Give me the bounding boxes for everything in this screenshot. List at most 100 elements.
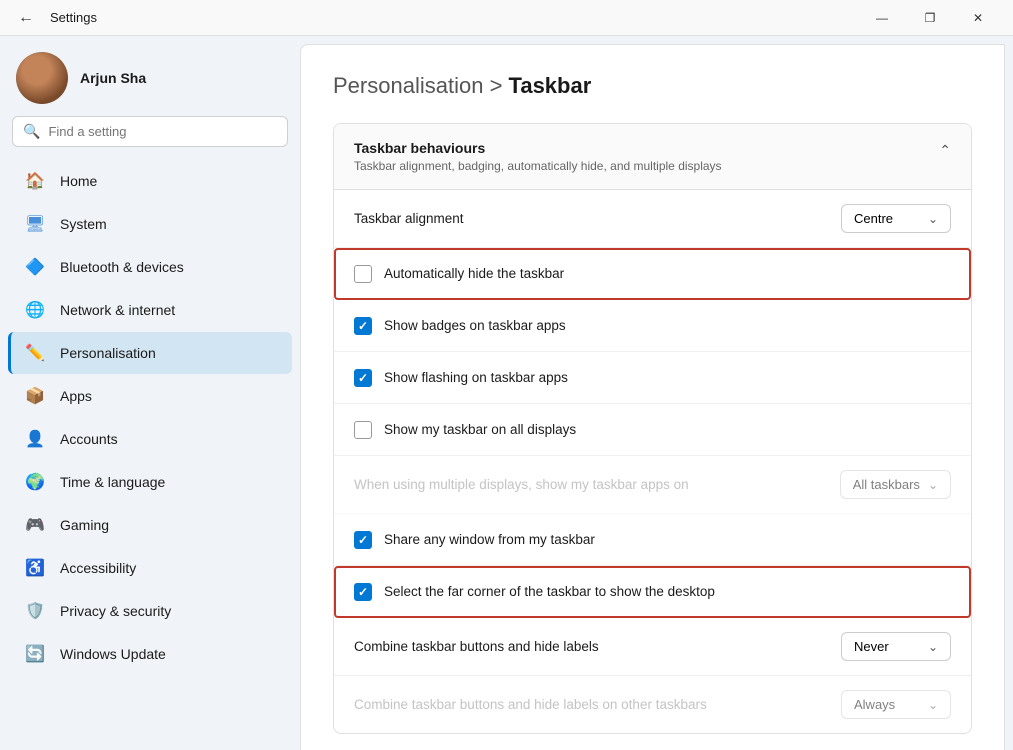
far-corner-checkbox[interactable] xyxy=(354,583,372,601)
sidebar-item-apps[interactable]: 📦 Apps xyxy=(8,375,292,417)
share-window-checkbox[interactable] xyxy=(354,531,372,549)
setting-label-combine-other: Combine taskbar buttons and hide labels … xyxy=(354,697,841,712)
setting-multiple-displays: When using multiple displays, show my ta… xyxy=(334,456,971,514)
sidebar-item-gaming[interactable]: 🎮 Gaming xyxy=(8,504,292,546)
setting-label-show-flashing: Show flashing on taskbar apps xyxy=(384,370,951,385)
combine-buttons-value: Never xyxy=(854,639,889,654)
close-button[interactable]: ✕ xyxy=(955,4,1001,32)
setting-label-taskbar-alignment: Taskbar alignment xyxy=(354,211,841,226)
setting-combine-buttons: Combine taskbar buttons and hide labels … xyxy=(334,618,971,676)
sidebar-item-privacy[interactable]: 🛡️ Privacy & security xyxy=(8,590,292,632)
bluetooth-icon: 🔷 xyxy=(24,256,46,278)
setting-label-far-corner: Select the far corner of the taskbar to … xyxy=(384,584,951,599)
user-profile: Arjun Sha xyxy=(0,36,300,116)
taskbar-behaviours-section: Taskbar behaviours Taskbar alignment, ba… xyxy=(333,123,972,734)
setting-far-corner: Select the far corner of the taskbar to … xyxy=(334,566,971,618)
sidebar-item-accessibility-label: Accessibility xyxy=(60,560,136,576)
sidebar-item-privacy-label: Privacy & security xyxy=(60,603,171,619)
sidebar-item-bluetooth-label: Bluetooth & devices xyxy=(60,259,184,275)
sidebar-item-accounts-label: Accounts xyxy=(60,431,118,447)
title-bar: ← Settings — ❐ ✕ xyxy=(0,0,1013,36)
setting-control-taskbar-alignment: Centre ⌄ xyxy=(841,204,951,233)
search-icon: 🔍 xyxy=(23,123,40,140)
setting-taskbar-alignment: Taskbar alignment Centre ⌄ xyxy=(334,190,971,248)
search-input[interactable] xyxy=(48,124,277,139)
setting-share-window: Share any window from my taskbar xyxy=(334,514,971,566)
all-displays-checkbox[interactable] xyxy=(354,421,372,439)
setting-combine-other: Combine taskbar buttons and hide labels … xyxy=(334,676,971,733)
window-controls: — ❐ ✕ xyxy=(859,4,1001,32)
setting-control-multiple-displays: All taskbars ⌄ xyxy=(840,470,951,499)
breadcrumb-parent: Personalisation xyxy=(333,73,483,98)
maximize-button[interactable]: ❐ xyxy=(907,4,953,32)
section-subtitle: Taskbar alignment, badging, automaticall… xyxy=(354,159,722,173)
search-box[interactable]: 🔍 xyxy=(12,116,288,147)
sidebar-item-network[interactable]: 🌐 Network & internet xyxy=(8,289,292,331)
taskbar-alignment-dropdown[interactable]: Centre ⌄ xyxy=(841,204,951,233)
sidebar-item-apps-label: Apps xyxy=(60,388,92,404)
setting-control-combine-buttons: Never ⌄ xyxy=(841,632,951,661)
sidebar-item-accessibility[interactable]: ♿ Accessibility xyxy=(8,547,292,589)
sidebar-item-network-label: Network & internet xyxy=(60,302,175,318)
sidebar-item-update-label: Windows Update xyxy=(60,646,166,662)
section-chevron-icon: ⌃ xyxy=(939,142,951,159)
accounts-icon: 👤 xyxy=(24,428,46,450)
accessibility-icon: ♿ xyxy=(24,557,46,579)
breadcrumb-current: Taskbar xyxy=(509,73,592,98)
dropdown-arrow-icon-3: ⌄ xyxy=(928,640,938,654)
setting-label-share-window: Share any window from my taskbar xyxy=(384,532,951,547)
sidebar-item-accounts[interactable]: 👤 Accounts xyxy=(8,418,292,460)
breadcrumb-separator: > xyxy=(490,73,509,98)
privacy-icon: 🛡️ xyxy=(24,600,46,622)
combine-buttons-dropdown[interactable]: Never ⌄ xyxy=(841,632,951,661)
main-content: Personalisation > Taskbar Taskbar behavi… xyxy=(300,44,1005,750)
section-header-text: Taskbar behaviours Taskbar alignment, ba… xyxy=(354,140,722,173)
gaming-icon: 🎮 xyxy=(24,514,46,536)
apps-icon: 📦 xyxy=(24,385,46,407)
sidebar-item-time[interactable]: 🌍 Time & language xyxy=(8,461,292,503)
section-header[interactable]: Taskbar behaviours Taskbar alignment, ba… xyxy=(334,124,971,190)
dropdown-arrow-icon-2: ⌄ xyxy=(928,478,938,492)
setting-show-flashing: Show flashing on taskbar apps xyxy=(334,352,971,404)
setting-label-show-badges: Show badges on taskbar apps xyxy=(384,318,951,333)
setting-all-displays: Show my taskbar on all displays xyxy=(334,404,971,456)
sidebar: Arjun Sha 🔍 🏠 Home 🖥 System 🔷 Bluetooth … xyxy=(0,36,300,750)
show-badges-checkbox[interactable] xyxy=(354,317,372,335)
sidebar-item-personalisation[interactable]: ✏️ Personalisation xyxy=(8,332,292,374)
sidebar-nav: 🏠 Home 🖥 System 🔷 Bluetooth & devices 🌐 … xyxy=(0,159,300,676)
sidebar-item-system-label: System xyxy=(60,216,107,232)
sidebar-item-update[interactable]: 🔄 Windows Update xyxy=(8,633,292,675)
section-title: Taskbar behaviours xyxy=(354,140,722,156)
sidebar-item-bluetooth[interactable]: 🔷 Bluetooth & devices xyxy=(8,246,292,288)
sidebar-item-personalisation-label: Personalisation xyxy=(60,345,156,361)
breadcrumb: Personalisation > Taskbar xyxy=(333,73,972,99)
personalisation-icon: ✏️ xyxy=(24,342,46,364)
dropdown-arrow-icon-4: ⌄ xyxy=(928,698,938,712)
back-button[interactable]: ← xyxy=(12,7,40,29)
setting-control-combine-other: Always ⌄ xyxy=(841,690,951,719)
home-icon: 🏠 xyxy=(24,170,46,192)
combine-other-dropdown[interactable]: Always ⌄ xyxy=(841,690,951,719)
show-flashing-checkbox[interactable] xyxy=(354,369,372,387)
dropdown-arrow-icon: ⌄ xyxy=(928,212,938,226)
network-icon: 🌐 xyxy=(24,299,46,321)
setting-label-multiple-displays: When using multiple displays, show my ta… xyxy=(354,477,840,492)
setting-show-badges: Show badges on taskbar apps xyxy=(334,300,971,352)
sidebar-item-home-label: Home xyxy=(60,173,97,189)
setting-label-auto-hide: Automatically hide the taskbar xyxy=(384,266,951,281)
setting-label-all-displays: Show my taskbar on all displays xyxy=(384,422,951,437)
minimize-button[interactable]: — xyxy=(859,4,905,32)
setting-label-combine-buttons: Combine taskbar buttons and hide labels xyxy=(354,639,841,654)
auto-hide-checkbox[interactable] xyxy=(354,265,372,283)
taskbar-alignment-value: Centre xyxy=(854,211,893,226)
setting-auto-hide: Automatically hide the taskbar xyxy=(334,248,971,300)
avatar xyxy=(16,52,68,104)
sidebar-item-gaming-label: Gaming xyxy=(60,517,109,533)
sidebar-item-time-label: Time & language xyxy=(60,474,165,490)
user-name: Arjun Sha xyxy=(80,70,146,86)
multiple-displays-dropdown[interactable]: All taskbars ⌄ xyxy=(840,470,951,499)
sidebar-item-system[interactable]: 🖥 System xyxy=(8,203,292,245)
sidebar-item-home[interactable]: 🏠 Home xyxy=(8,160,292,202)
combine-other-value: Always xyxy=(854,697,895,712)
update-icon: 🔄 xyxy=(24,643,46,665)
